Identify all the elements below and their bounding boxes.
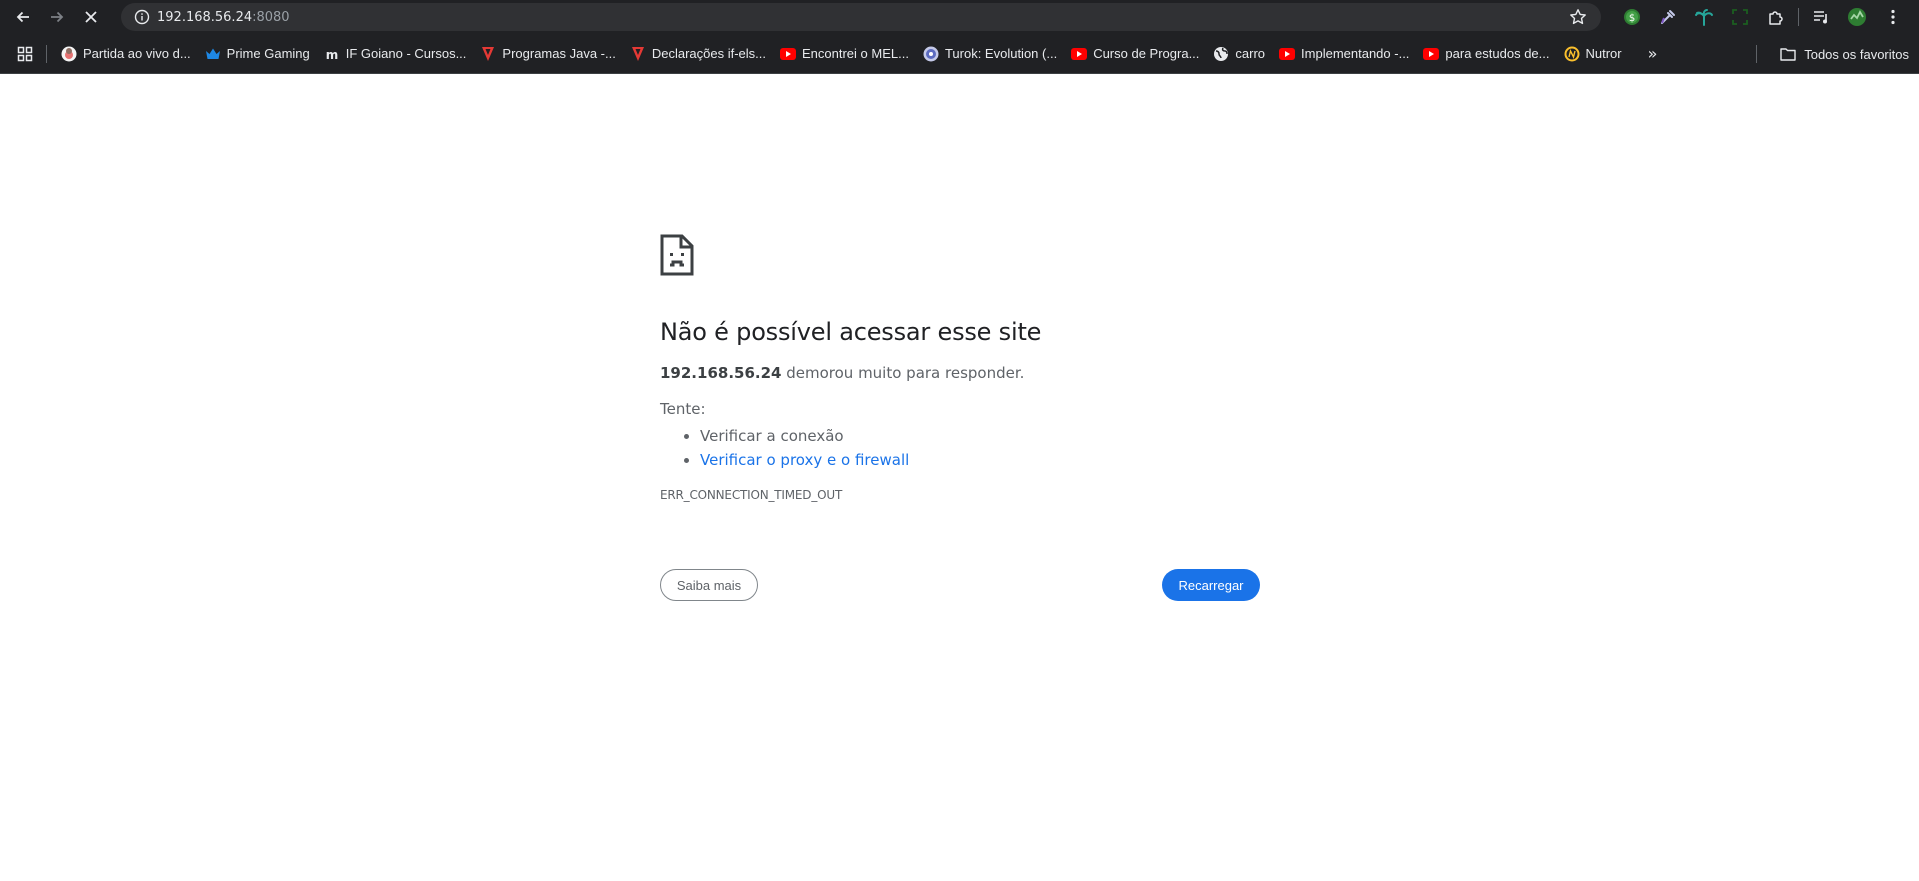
bookmark-label: carro	[1235, 46, 1266, 61]
url-port: :8080	[252, 9, 290, 25]
bookmark-item[interactable]: Declarações if-els...	[624, 40, 772, 68]
stop-loading-icon[interactable]	[74, 0, 108, 34]
bookmark-label: Partida ao vivo d...	[83, 46, 191, 61]
globe-icon	[1213, 46, 1229, 62]
bookmarks-bar: Partida ao vivo d... Prime Gaming m IF G…	[0, 34, 1919, 74]
eyedropper-extension-icon[interactable]	[1650, 0, 1686, 34]
bookmark-item[interactable]: Partida ao vivo d...	[55, 40, 197, 68]
bookmark-item[interactable]: Implementando -...	[1273, 40, 1415, 68]
bookmark-star-icon[interactable]	[1569, 8, 1587, 30]
suggestions-list: Verificar a conexão Verificar o proxy e …	[660, 424, 1260, 472]
bookmark-label: Nutror	[1585, 46, 1622, 61]
suggestion-item: Verificar a conexão	[700, 424, 1260, 448]
error-title: Não é possível acessar esse site	[660, 318, 1042, 346]
bookmark-item[interactable]: Curso de Progra...	[1065, 40, 1205, 68]
bookmark-label: IF Goiano - Cursos...	[345, 46, 467, 61]
nutror-icon	[1564, 46, 1580, 62]
bookmark-item[interactable]: Encontrei o MEL...	[774, 40, 915, 68]
error-code: ERR_CONNECTION_TIMED_OUT	[660, 488, 843, 502]
youtube-icon	[1071, 46, 1088, 62]
extensions-area: $	[1614, 0, 1911, 34]
ifg-logo-icon: m	[324, 46, 340, 62]
youtube-icon	[780, 46, 796, 62]
bookmarks-divider	[46, 44, 47, 63]
try-label: Tente:	[660, 400, 706, 418]
bookmark-label: Implementando -...	[1301, 46, 1410, 61]
address-bar[interactable]: 192.168.56.24:8080	[121, 3, 1601, 31]
bookmark-item[interactable]: Programas Java -...	[474, 40, 621, 68]
youtube-icon	[1423, 46, 1440, 62]
red-triangle-icon	[630, 46, 646, 62]
bookmark-item[interactable]: m IF Goiano - Cursos...	[318, 40, 473, 68]
bookmark-label: para estudos de...	[1445, 46, 1550, 61]
svg-text:$: $	[1629, 13, 1635, 24]
bookmark-item[interactable]: Turok: Evolution (...	[917, 40, 1063, 68]
youtube-icon	[1279, 46, 1296, 62]
more-bookmarks-icon[interactable]: »	[1638, 44, 1668, 63]
palm-extension-icon[interactable]	[1686, 0, 1722, 34]
error-message: 192.168.56.24 demorou muito para respond…	[660, 364, 1260, 382]
back-icon[interactable]	[6, 0, 40, 34]
site-info-icon[interactable]	[127, 9, 157, 25]
all-bookmarks-label: Todos os favoritos	[1804, 46, 1909, 62]
error-content: Não é possível acessar esse site 192.168…	[660, 234, 1260, 502]
bookmark-label: Prime Gaming	[226, 46, 310, 61]
browser-toolbar: 192.168.56.24:8080 $	[0, 0, 1919, 34]
suggestion-proxy-firewall-link[interactable]: Verificar o proxy e o firewall	[700, 451, 909, 469]
forward-icon[interactable]	[40, 0, 74, 34]
reload-button[interactable]: Recarregar	[1162, 569, 1260, 601]
error-message-text: demorou muito para responder.	[781, 364, 1025, 382]
menu-icon[interactable]	[1875, 0, 1911, 34]
bookmark-item[interactable]: para estudos de...	[1417, 40, 1555, 68]
sad-page-icon	[660, 234, 694, 276]
screenshot-extension-icon[interactable]	[1722, 0, 1758, 34]
url-host: 192.168.56.24	[157, 9, 253, 25]
red-triangle-icon	[480, 46, 496, 62]
apps-grid-icon[interactable]	[10, 46, 40, 62]
bookmark-label: Curso de Progra...	[1093, 46, 1200, 61]
learn-more-button[interactable]: Saiba mais	[660, 569, 758, 601]
disc-icon	[923, 46, 939, 62]
bookmark-label: Turok: Evolution (...	[944, 46, 1058, 61]
bookmark-item[interactable]: Prime Gaming	[199, 40, 316, 68]
bookmark-label: Programas Java -...	[502, 46, 616, 61]
avatar-icon	[61, 46, 77, 62]
crown-icon	[205, 46, 221, 62]
svg-text:m: m	[325, 48, 338, 62]
error-host: 192.168.56.24	[660, 364, 782, 382]
dollar-extension-icon[interactable]: $	[1614, 0, 1650, 34]
tab-search-icon[interactable]	[1803, 0, 1839, 34]
profile-icon[interactable]	[1839, 0, 1875, 34]
folder-icon	[1780, 47, 1796, 61]
toolbar-divider	[1798, 8, 1799, 26]
bookmark-label: Encontrei o MEL...	[802, 46, 909, 61]
bookmark-item[interactable]: Nutror	[1558, 40, 1628, 68]
suggestion-item: Verificar o proxy e o firewall	[700, 448, 1260, 472]
all-bookmarks-folder[interactable]: Todos os favoritos	[1780, 40, 1909, 68]
bookmark-label: Declarações if-els...	[651, 46, 766, 61]
url-text[interactable]: 192.168.56.24:8080	[157, 10, 290, 25]
extensions-icon[interactable]	[1758, 0, 1794, 34]
bookmark-item[interactable]: carro	[1207, 40, 1271, 68]
suggestion-check-connection: Verificar a conexão	[700, 427, 844, 445]
bookmarks-divider	[1756, 45, 1757, 63]
